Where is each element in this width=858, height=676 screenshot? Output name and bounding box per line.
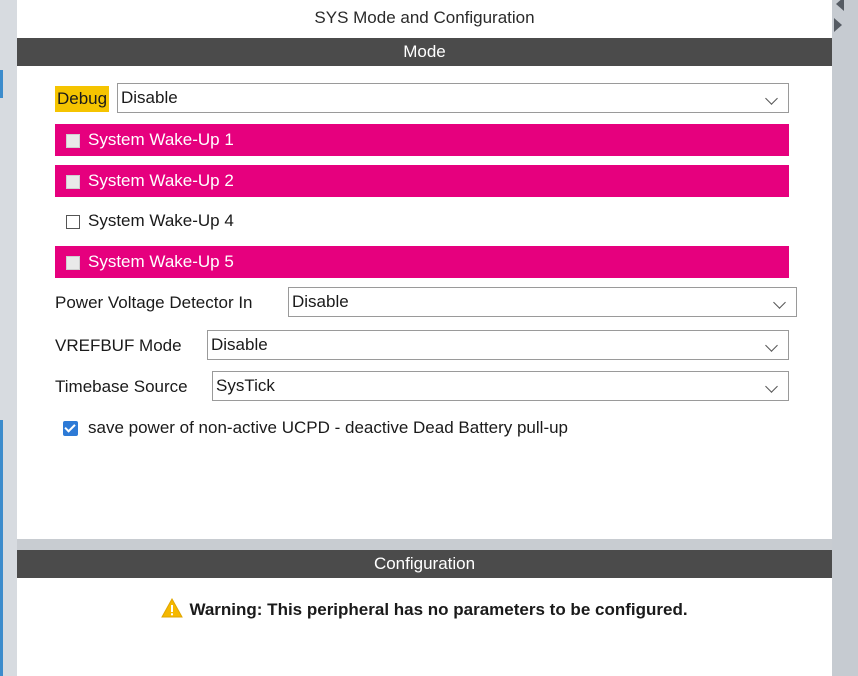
wakeup-1-checkbox[interactable]	[66, 134, 80, 148]
wakeup-5-label: System Wake-Up 5	[88, 252, 234, 271]
warning-icon	[161, 598, 184, 618]
vrefbuf-select[interactable]: Disable	[207, 330, 789, 360]
left-frame-marker	[0, 70, 3, 98]
wakeup-5-row[interactable]: System Wake-Up 5	[55, 246, 789, 278]
wakeup-1-row[interactable]: System Wake-Up 1	[55, 124, 789, 156]
ucpd-label: save power of non-active UCPD - deactive…	[88, 418, 569, 437]
pvd-select-value: Disable	[292, 292, 349, 311]
left-frame-edge	[0, 0, 17, 676]
wakeup-4-checkbox[interactable]	[66, 215, 80, 229]
expand-right-arrow-icon[interactable]	[834, 18, 842, 32]
mode-section-header[interactable]: Mode	[17, 38, 832, 66]
wakeup-1-label: System Wake-Up 1	[88, 130, 234, 149]
pvd-label: Power Voltage Detector In	[55, 293, 253, 312]
wakeup-4-row[interactable]: System Wake-Up 4	[55, 205, 789, 237]
debug-select-value: Disable	[121, 88, 178, 107]
panel-title: SYS Mode and Configuration	[314, 8, 535, 27]
chevron-down-icon	[765, 380, 778, 393]
sys-config-panel: SYS Mode and Configuration Mode Debug Di…	[17, 0, 832, 676]
vrefbuf-label: VREFBUF Mode	[55, 336, 182, 355]
pvd-select[interactable]: Disable	[288, 287, 797, 317]
chevron-down-icon	[773, 296, 786, 309]
section-divider[interactable]	[17, 539, 832, 550]
wakeup-2-label: System Wake-Up 2	[88, 171, 234, 190]
configuration-section-header[interactable]: Configuration	[17, 550, 832, 578]
debug-label: Debug	[55, 86, 110, 112]
chevron-down-icon	[765, 92, 778, 105]
wakeup-2-row[interactable]: System Wake-Up 2	[55, 165, 789, 197]
timebase-label: Timebase Source	[55, 377, 188, 396]
timebase-select-value: SysTick	[216, 376, 275, 395]
collapse-left-arrow-icon[interactable]	[836, 0, 844, 11]
vrefbuf-select-value: Disable	[211, 335, 268, 354]
wakeup-4-label: System Wake-Up 4	[88, 211, 234, 230]
ucpd-checkbox[interactable]	[63, 421, 78, 436]
wakeup-2-checkbox[interactable]	[66, 175, 80, 189]
no-parameters-warning: Warning: This peripheral has no paramete…	[17, 598, 832, 622]
debug-select[interactable]: Disable	[117, 83, 789, 113]
left-frame-marker-lower	[0, 420, 3, 676]
warning-text: Warning: This peripheral has no paramete…	[189, 600, 688, 619]
right-scroll-edge[interactable]	[832, 0, 858, 676]
timebase-select[interactable]: SysTick	[212, 371, 789, 401]
chevron-down-icon	[765, 339, 778, 352]
wakeup-5-checkbox[interactable]	[66, 256, 80, 270]
